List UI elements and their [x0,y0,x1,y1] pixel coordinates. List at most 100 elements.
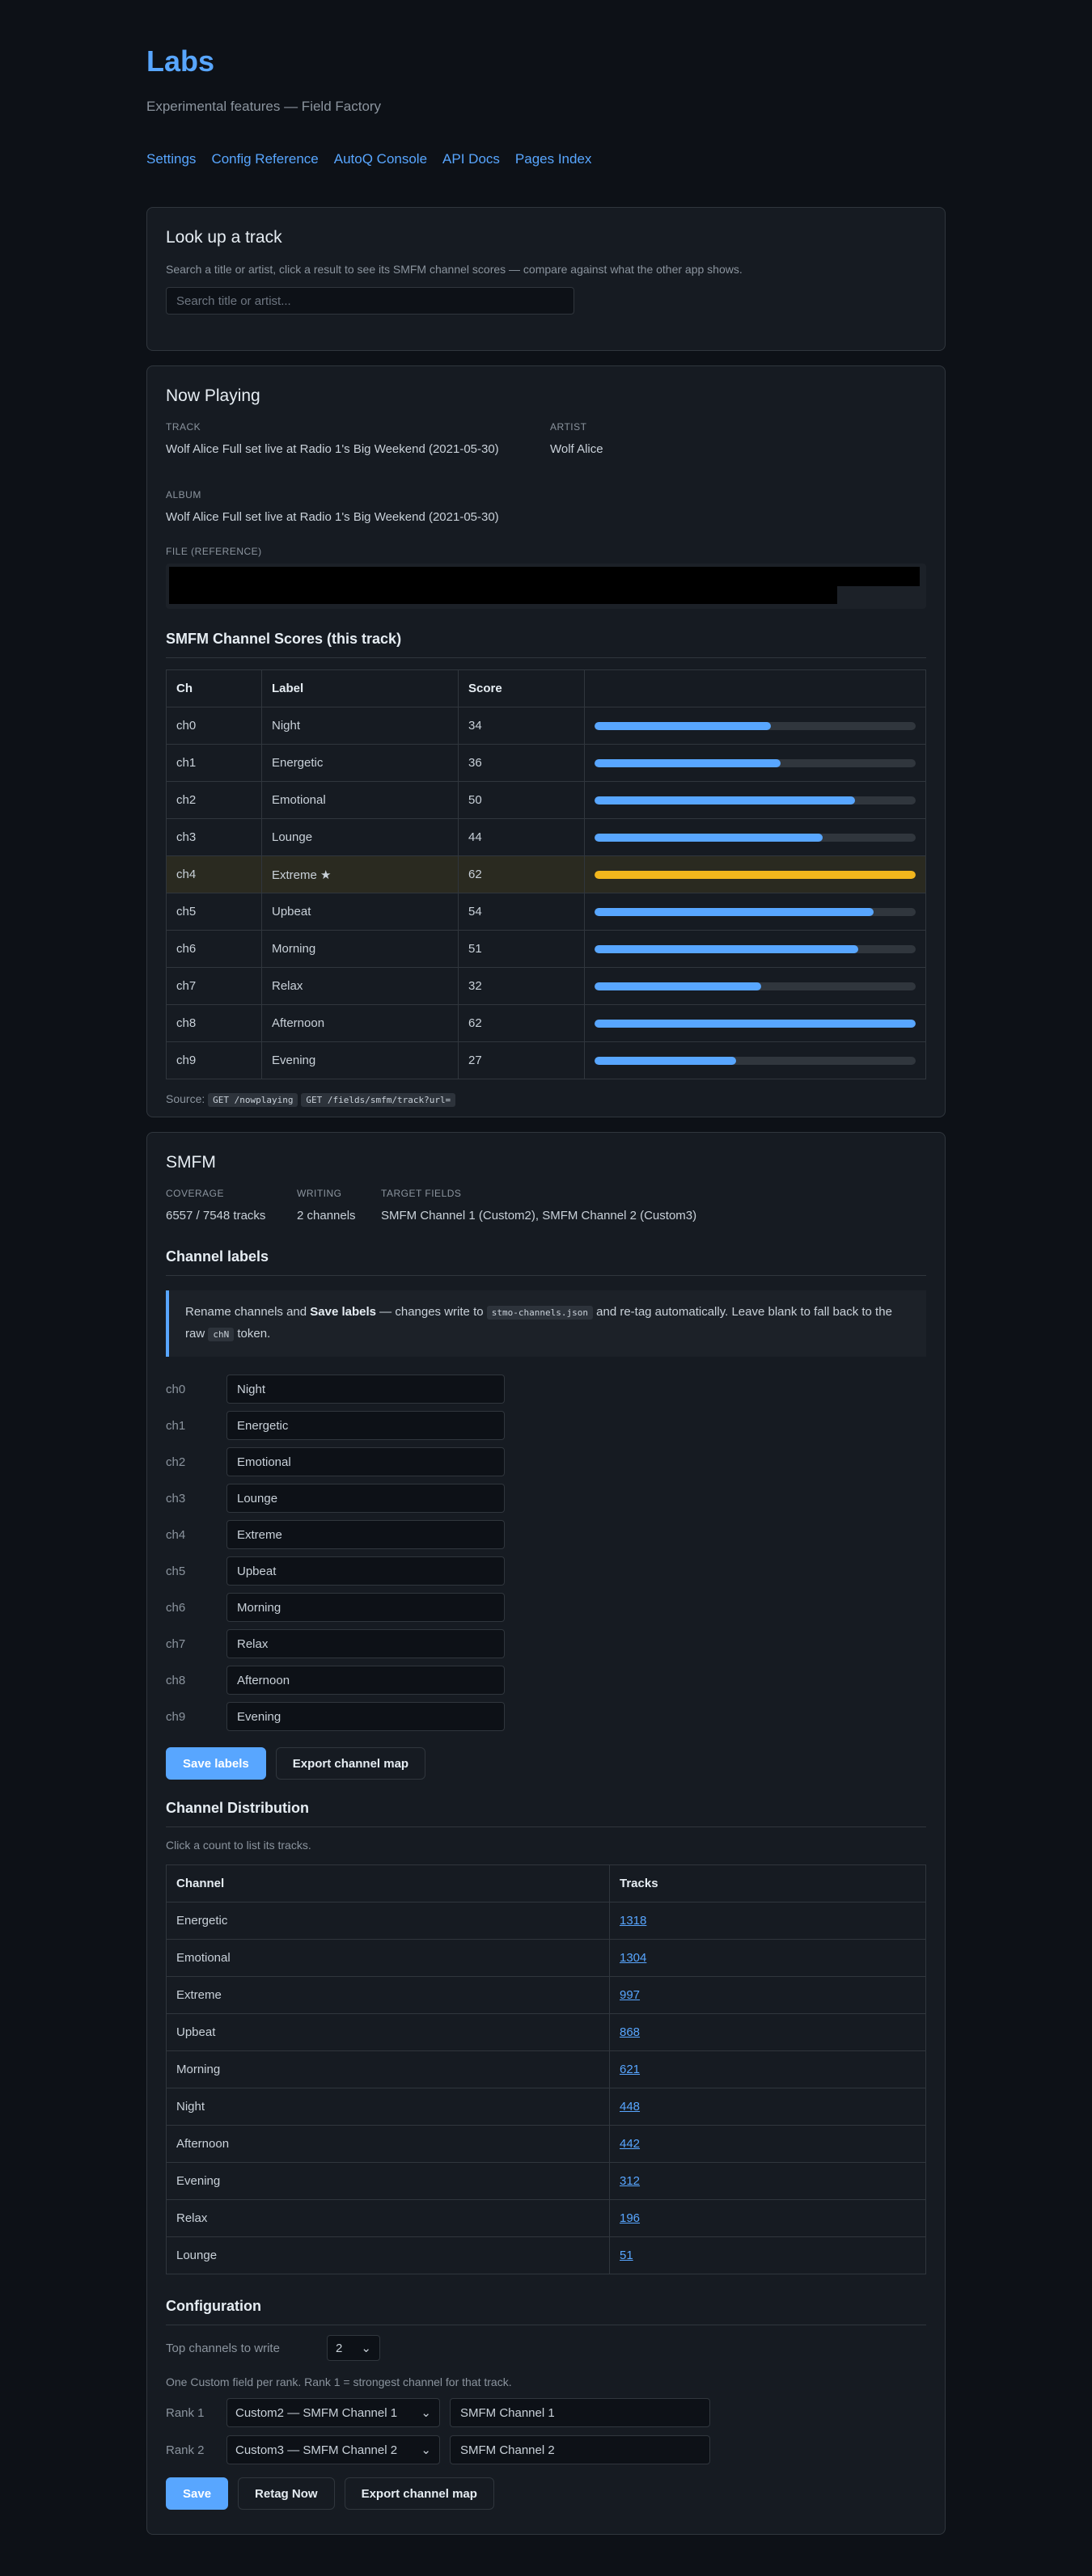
export-channel-map-button-2[interactable]: Export channel map [344,2477,494,2510]
distribution-count-link[interactable]: 448 [620,2100,640,2114]
save-button[interactable]: Save [166,2477,229,2510]
channel-label-input-ch2[interactable] [226,1447,505,1476]
score-row-ch4: ch4 Extreme ★ 62 [166,855,926,893]
score-bar-cell [584,1041,926,1079]
channel-label-input-ch4[interactable] [226,1520,505,1549]
distribution-count-link[interactable]: 621 [620,2063,640,2076]
score-label: Energetic [261,744,459,782]
channel-label-input-ch5[interactable] [226,1556,505,1586]
rank-field-name-input[interactable] [450,2398,710,2427]
labels-actions: Save labels Export channel map [166,1747,926,1780]
channel-label-row-ch9: ch9 [166,1702,926,1731]
score-bar-cell [584,818,926,856]
export-channel-map-button[interactable]: Export channel map [275,1747,426,1780]
channel-label-input-ch7[interactable] [226,1629,505,1658]
score-bar [595,1019,916,1028]
channel-label-row-ch2: ch2 [166,1447,926,1476]
channel-label-input-ch8[interactable] [226,1666,505,1695]
score-label: Emotional [261,781,459,819]
distribution-channel: Relax [166,2199,610,2237]
score-bar [595,1056,916,1065]
distribution-count-link[interactable]: 51 [620,2249,633,2262]
channel-label-input-ch0[interactable] [226,1375,505,1404]
rank-field-select[interactable]: Custom3 — SMFM Channel 2 ⌄ [226,2435,440,2464]
score-value: 54 [458,893,585,931]
score-row-ch8: ch8 Afternoon 62 [166,1004,926,1042]
score-bar [595,982,916,990]
distribution-channel: Emotional [166,1939,610,1977]
artist-field: ARTIST Wolf Alice [550,421,603,457]
channel-key: ch9 [166,1709,186,1724]
artist-label: ARTIST [550,421,587,433]
scores-table: Ch Label Score ch0 Night 34 ch1 Energetic 36 c… [166,669,926,1079]
track-search-input[interactable] [166,287,574,315]
col-score: Score [458,669,585,707]
configuration-title: Configuration [166,2297,926,2325]
score-bar [595,721,916,730]
nav-autoq-console[interactable]: AutoQ Console [334,150,427,168]
score-value: 36 [458,744,585,782]
score-bar-cell [584,744,926,782]
source-chip-track: GET /fields/smfm/track?url= [301,1093,456,1107]
note-code-token: chN [208,1328,235,1341]
score-label: Relax [261,967,459,1005]
writing-field: WRITING 2 channels [297,1188,381,1223]
coverage-value: 6557 / 7548 tracks [166,1209,266,1223]
smfm-card: SMFM COVERAGE 6557 / 7548 tracks WRITING… [146,1132,946,2535]
channel-label-input-ch1[interactable] [226,1411,505,1440]
top-channels-select[interactable]: 2 ⌄ [327,2335,380,2361]
lookup-description: Search a title or artist, click a result… [166,263,743,276]
rank-field-name-input[interactable] [450,2435,710,2464]
chevron-down-icon: ⌄ [421,2406,431,2420]
retag-now-button[interactable]: Retag Now [238,2477,335,2510]
nav-config-reference[interactable]: Config Reference [211,150,318,168]
chevron-down-icon: ⌄ [421,2443,431,2457]
score-bar-fill [595,982,762,990]
distribution-count-cell: 621 [609,2050,926,2088]
target-field: TARGET FIELDS SMFM Channel 1 (Custom2), … [381,1188,696,1223]
score-bar [595,944,916,953]
channel-label-input-ch9[interactable] [226,1702,505,1731]
distribution-count-cell: 868 [609,2013,926,2051]
score-row-ch2: ch2 Emotional 50 [166,781,926,819]
file-field: FILE (REFERENCE) [166,546,926,609]
channel-label-input-ch6[interactable] [226,1593,505,1622]
redaction-bar-2 [169,583,837,604]
score-ch: ch6 [166,930,262,968]
note-text-2: — changes write to [376,1305,487,1319]
distribution-hint: Click a count to list its tracks. [166,1839,311,1852]
file-reference-redacted [166,564,926,609]
distribution-table: Channel Tracks Energetic 1318 Emotional 130… [166,1864,926,2274]
distribution-count-link[interactable]: 312 [620,2174,640,2188]
album-field: ALBUM Wolf Alice Full set live at Radio … [166,489,926,525]
note-text-1: Rename channels and [185,1305,311,1319]
channel-label-row-ch8: ch8 [166,1666,926,1695]
distribution-row: Afternoon 442 [166,2125,926,2163]
distribution-count-link[interactable]: 196 [620,2211,640,2225]
distribution-count-link[interactable]: 868 [620,2025,640,2039]
score-bar-cell [584,855,926,893]
nav-api-docs[interactable]: API Docs [442,150,500,168]
nav-pages-index[interactable]: Pages Index [515,150,592,168]
coverage-label: COVERAGE [166,1188,225,1199]
distribution-count-link[interactable]: 1318 [620,1914,646,1928]
smfm-title: SMFM [166,1153,216,1172]
channel-key: ch7 [166,1636,186,1651]
rank-field-select[interactable]: Custom2 — SMFM Channel 1 ⌄ [226,2398,440,2427]
distribution-channel: Extreme [166,1976,610,2014]
channel-label-row-ch3: ch3 [166,1484,926,1513]
now-playing-meta: TRACK Wolf Alice Full set live at Radio … [166,421,926,457]
nav-settings[interactable]: Settings [146,150,196,168]
distribution-count-link[interactable]: 442 [620,2137,640,2151]
artist-value: Wolf Alice [550,442,603,456]
score-label: Upbeat [261,893,459,931]
distribution-count-cell: 51 [609,2236,926,2274]
distribution-count-link[interactable]: 997 [620,1988,640,2002]
distribution-count-link[interactable]: 1304 [620,1951,646,1965]
channel-key: ch2 [166,1455,186,1469]
score-bar [595,870,916,879]
channel-label-input-ch3[interactable] [226,1484,505,1513]
scores-body: ch0 Night 34 ch1 Energetic 36 ch2 Emotional 50 ch… [166,707,926,1079]
save-labels-button[interactable]: Save labels [166,1747,266,1780]
rank-label: Rank 1 [166,2405,205,2420]
